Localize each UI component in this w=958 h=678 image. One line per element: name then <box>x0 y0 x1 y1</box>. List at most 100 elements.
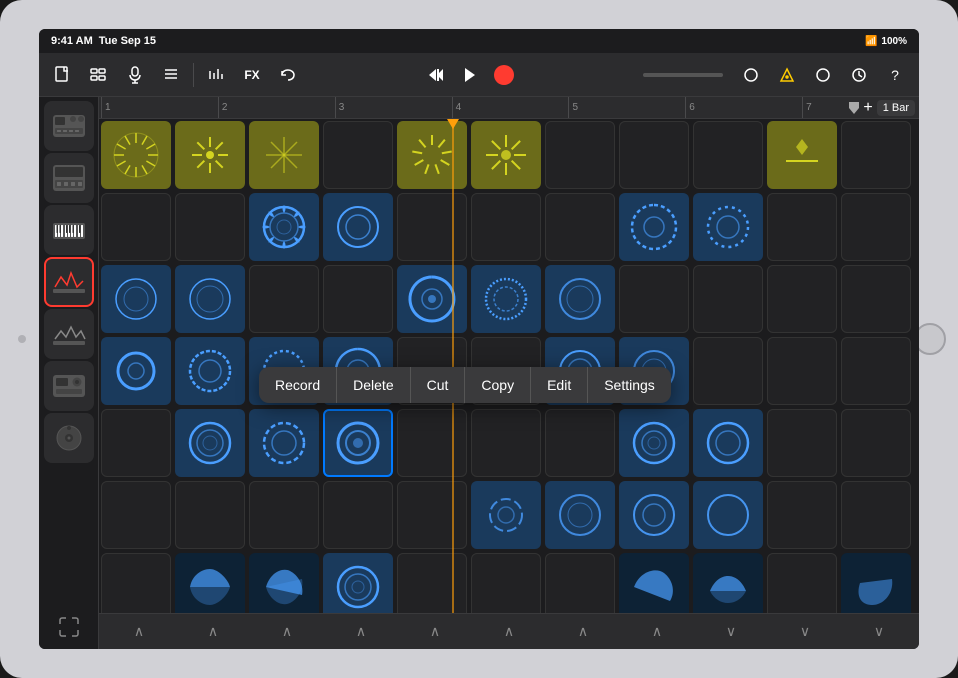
cell-r1c3[interactable] <box>249 121 319 189</box>
cell-r1c6[interactable] <box>471 121 541 189</box>
cell-r2c1[interactable] <box>101 193 171 261</box>
sidebar-instrument-4[interactable] <box>44 309 94 359</box>
cell-r4c10[interactable] <box>767 337 837 405</box>
cell-r6c11[interactable] <box>841 481 911 549</box>
cell-r7c10[interactable] <box>767 553 837 613</box>
cell-r7c8[interactable] <box>619 553 689 613</box>
sidebar-instrument-5[interactable] <box>44 361 94 411</box>
cell-r5c2[interactable] <box>175 409 245 477</box>
sidebar-instrument-0[interactable] <box>44 101 94 151</box>
cell-r1c10[interactable] <box>767 121 837 189</box>
cell-r5c6[interactable] <box>471 409 541 477</box>
rewind-button[interactable] <box>420 59 452 91</box>
sidebar-instrument-1[interactable] <box>44 153 94 203</box>
mic-button[interactable] <box>119 59 151 91</box>
cell-r6c2[interactable] <box>175 481 245 549</box>
bottom-arrow-dn-2[interactable]: ∨ <box>843 618 915 646</box>
cell-r3c6[interactable] <box>471 265 541 333</box>
cell-r5c1[interactable] <box>101 409 171 477</box>
cell-r6c7[interactable] <box>545 481 615 549</box>
context-menu-record[interactable]: Record <box>259 367 337 403</box>
cell-r3c8[interactable] <box>619 265 689 333</box>
cell-r5c5[interactable] <box>397 409 467 477</box>
tuner-button[interactable] <box>771 59 803 91</box>
cell-r2c8[interactable] <box>619 193 689 261</box>
cell-r5c7[interactable] <box>545 409 615 477</box>
bottom-arrow-up-5[interactable]: ∧ <box>473 618 545 646</box>
context-menu-cut[interactable]: Cut <box>411 367 466 403</box>
context-menu-copy[interactable]: Copy <box>465 367 531 403</box>
context-menu-edit[interactable]: Edit <box>531 367 588 403</box>
cell-r7c1[interactable] <box>101 553 171 613</box>
cell-r6c8[interactable] <box>619 481 689 549</box>
cell-r2c10[interactable] <box>767 193 837 261</box>
cell-r5c10[interactable] <box>767 409 837 477</box>
context-menu-delete[interactable]: Delete <box>337 367 410 403</box>
cell-r3c1[interactable] <box>101 265 171 333</box>
cell-r3c4[interactable] <box>323 265 393 333</box>
cell-r3c2[interactable] <box>175 265 245 333</box>
bottom-arrow-up-2[interactable]: ∧ <box>251 618 323 646</box>
cell-r2c4[interactable] <box>323 193 393 261</box>
cell-r7c4[interactable] <box>323 553 393 613</box>
cell-r2c11[interactable] <box>841 193 911 261</box>
cell-r6c4[interactable] <box>323 481 393 549</box>
context-menu-settings[interactable]: Settings <box>588 367 671 403</box>
cell-r3c11[interactable] <box>841 265 911 333</box>
cell-r3c10[interactable] <box>767 265 837 333</box>
cell-r1c5[interactable] <box>397 121 467 189</box>
cell-r5c11[interactable] <box>841 409 911 477</box>
record-button[interactable] <box>488 59 520 91</box>
bottom-arrow-up-7[interactable]: ∧ <box>621 618 693 646</box>
bottom-arrow-up-1[interactable]: ∧ <box>177 618 249 646</box>
eq-button[interactable] <box>200 59 232 91</box>
fx-button[interactable]: FX <box>236 59 268 91</box>
bottom-arrow-up-4[interactable]: ∧ <box>399 618 471 646</box>
loop-button[interactable] <box>807 59 839 91</box>
bottom-arrow-dn-1[interactable]: ∨ <box>769 618 841 646</box>
cell-r7c9[interactable] <box>693 553 763 613</box>
cell-r7c6[interactable] <box>471 553 541 613</box>
cell-r1c4[interactable] <box>323 121 393 189</box>
sidebar-instrument-3[interactable] <box>44 257 94 307</box>
grid-container[interactable]: Record Delete Cut Copy Edit Settings <box>99 119 919 613</box>
cell-r5c8[interactable] <box>619 409 689 477</box>
cell-r6c1[interactable] <box>101 481 171 549</box>
cell-r6c6[interactable] <box>471 481 541 549</box>
play-button[interactable] <box>454 59 486 91</box>
cell-r3c5[interactable] <box>397 265 467 333</box>
sidebar-instrument-2[interactable] <box>44 205 94 255</box>
cell-r2c7[interactable] <box>545 193 615 261</box>
clock-button[interactable] <box>843 59 875 91</box>
cell-r7c5[interactable] <box>397 553 467 613</box>
cell-r1c2[interactable] <box>175 121 245 189</box>
cell-r7c11[interactable] <box>841 553 911 613</box>
cell-r4c1[interactable] <box>101 337 171 405</box>
sidebar-bottom[interactable] <box>44 609 94 645</box>
add-track-button[interactable]: + <box>863 99 872 117</box>
cell-r2c3[interactable] <box>249 193 319 261</box>
cell-r3c9[interactable] <box>693 265 763 333</box>
bar-label[interactable]: 1 Bar <box>877 100 915 116</box>
cell-r4c11[interactable] <box>841 337 911 405</box>
cell-r5c3[interactable] <box>249 409 319 477</box>
cell-r6c3[interactable] <box>249 481 319 549</box>
cell-r3c3[interactable] <box>249 265 319 333</box>
cell-r1c1[interactable] <box>101 121 171 189</box>
tempo-slider[interactable] <box>643 73 723 77</box>
cell-r7c7[interactable] <box>545 553 615 613</box>
sidebar-instrument-6[interactable] <box>44 413 94 463</box>
cell-r7c3[interactable] <box>249 553 319 613</box>
cell-r6c9[interactable] <box>693 481 763 549</box>
cell-r4c9[interactable] <box>693 337 763 405</box>
bottom-arrow-dn-0[interactable]: ∨ <box>695 618 767 646</box>
metronome-button[interactable] <box>735 59 767 91</box>
cell-r2c5[interactable] <box>397 193 467 261</box>
cell-r1c11[interactable] <box>841 121 911 189</box>
tracks-button[interactable] <box>83 59 115 91</box>
cell-r3c7[interactable] <box>545 265 615 333</box>
undo-button[interactable] <box>272 59 304 91</box>
bottom-arrow-up-0[interactable]: ∧ <box>103 618 175 646</box>
cell-r5c4[interactable] <box>323 409 393 477</box>
bottom-arrow-up-6[interactable]: ∧ <box>547 618 619 646</box>
